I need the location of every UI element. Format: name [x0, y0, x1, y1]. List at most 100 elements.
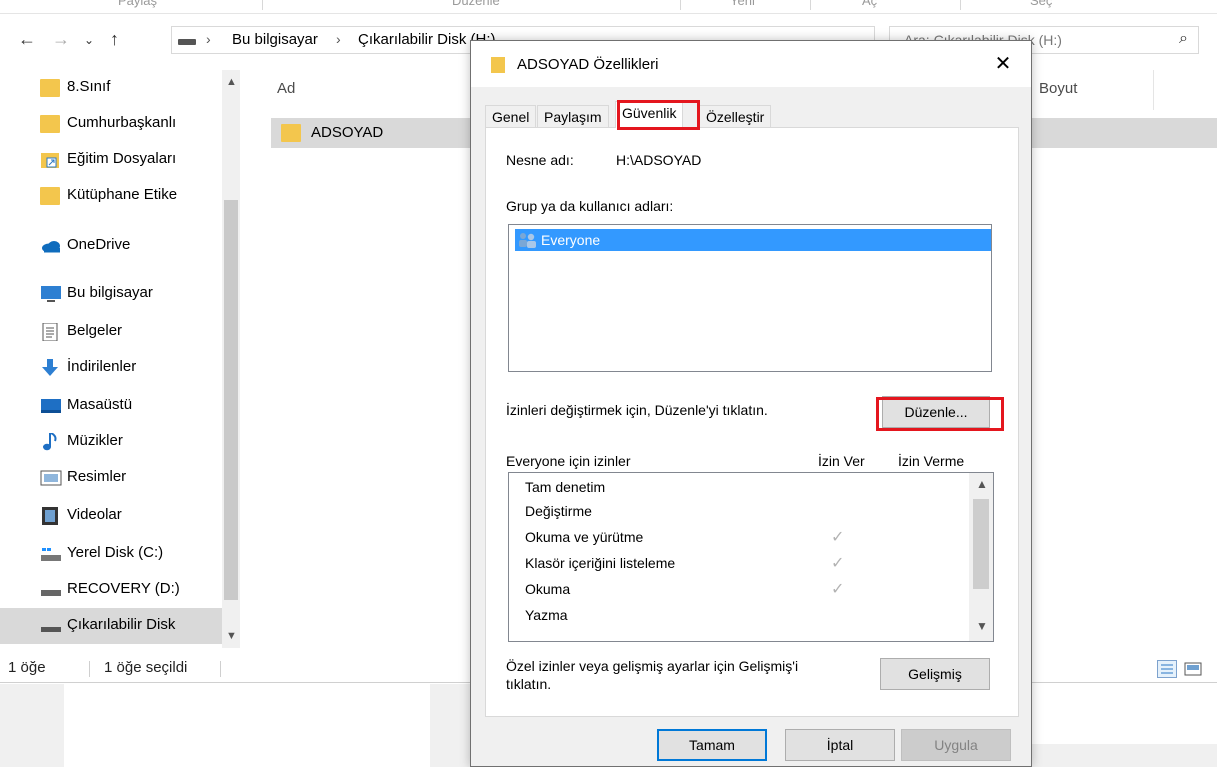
computer-icon — [40, 285, 61, 303]
apply-button[interactable]: Uygula — [901, 729, 1011, 761]
large-icons-view-icon[interactable] — [1183, 660, 1203, 678]
permission-name: Klasör içeriğini listeleme — [525, 555, 676, 571]
advanced-hint: Özel izinler veya gelişmiş ayarlar için … — [506, 658, 799, 674]
nav-item-label: Resimler — [67, 468, 127, 485]
column-header-size[interactable]: Boyut — [1039, 80, 1077, 97]
download-icon — [40, 359, 60, 377]
nav-item-label: Müzikler — [67, 432, 123, 449]
user-row-everyone[interactable]: Everyone — [515, 229, 991, 251]
tab-general[interactable]: Genel — [485, 105, 537, 127]
permission-name: Yazma — [525, 607, 568, 623]
permission-row: Okuma — [525, 581, 570, 605]
permission-row: Okuma ve yürütme — [525, 529, 643, 553]
dialog-titlebar[interactable]: ADSOYAD Özellikleri ✕ — [471, 41, 1031, 87]
breadcrumb-this-pc[interactable]: Bu bilgisayar — [232, 31, 318, 48]
advanced-hint-line2: tıklatın. — [506, 676, 552, 692]
nav-item-onedrive[interactable]: OneDrive — [0, 228, 222, 264]
nav-item-label: Kütüphane Etike — [67, 186, 178, 203]
cancel-button[interactable]: İptal — [785, 729, 895, 761]
document-icon — [40, 322, 60, 342]
tab-customize[interactable]: Özelleştir — [699, 105, 772, 127]
folder-icon — [281, 124, 301, 142]
object-name-label: Nesne adı: — [506, 152, 574, 168]
user-list[interactable]: Everyone — [508, 224, 992, 372]
nav-item-downloads[interactable]: İndirilenler — [0, 350, 222, 386]
nav-item-local-disk-c[interactable]: Yerel Disk (C:) — [0, 536, 222, 572]
nav-item-label: RECOVERY (D:) — [67, 580, 180, 597]
permission-name: Okuma ve yürütme — [525, 529, 644, 545]
permission-row: Değiştirme — [525, 503, 592, 527]
folder-icon — [40, 187, 60, 205]
status-divider — [220, 661, 221, 677]
video-icon — [40, 507, 60, 525]
allow-check-icon: ✓ — [831, 529, 845, 546]
nav-item-pictures[interactable]: Resimler — [0, 460, 222, 496]
scroll-down-icon[interactable]: ▼ — [976, 619, 988, 633]
forward-arrow-icon[interactable]: → — [52, 29, 70, 50]
ribbon-tab-open[interactable]: Aç — [862, 0, 877, 8]
nav-item-this-pc[interactable]: Bu bilgisayar — [0, 276, 222, 312]
scroll-up-icon[interactable]: ▲ — [226, 76, 237, 88]
scrollbar-thumb[interactable] — [224, 200, 238, 600]
nav-item-cumhurbaskanli[interactable]: Cumhurbaşkanlı — [0, 106, 222, 142]
breadcrumb-chevron-icon[interactable]: › — [336, 31, 341, 47]
permission-row: Tam denetim — [525, 479, 605, 503]
edit-button[interactable]: Düzenle... — [882, 396, 990, 428]
removable-drive-icon — [178, 39, 196, 45]
tab-sharing[interactable]: Paylaşım — [537, 105, 609, 127]
folder-icon — [40, 79, 60, 97]
advanced-button[interactable]: Gelişmiş — [880, 658, 990, 690]
ribbon-tab-select[interactable]: Seç — [1030, 0, 1052, 8]
ribbon-tabs: Paylaş Düzenle Yeni Aç Seç — [0, 0, 1217, 14]
permission-row: Klasör içeriğini listeleme — [525, 555, 675, 579]
column-divider[interactable] — [1153, 70, 1154, 110]
scroll-down-icon[interactable]: ▼ — [226, 630, 237, 642]
nav-item-egitim-dosyalari[interactable]: Eğitim Dosyaları — [0, 142, 222, 178]
permissions-header: Everyone için izinler — [506, 453, 631, 469]
nav-item-documents[interactable]: Belgeler — [0, 314, 222, 350]
ribbon-tab-new[interactable]: Yeni — [730, 0, 755, 8]
nav-item-8-sinif[interactable]: 8.Sınıf — [0, 70, 222, 106]
object-name-value: H:\ADSOYAD — [616, 152, 702, 168]
tab-security[interactable]: Güvenlik — [615, 101, 684, 128]
nav-item-recovery-d[interactable]: RECOVERY (D:) — [0, 572, 222, 608]
shortcut-folder-icon — [40, 151, 60, 169]
nav-item-label: Masaüstü — [67, 396, 133, 413]
nav-item-label: Eğitim Dosyaları — [67, 150, 177, 167]
up-arrow-icon[interactable]: ↑ — [110, 29, 119, 50]
nav-item-music[interactable]: Müzikler — [0, 424, 222, 460]
details-view-icon[interactable] — [1157, 660, 1177, 678]
dialog-body: Genel Paylaşım Güvenlik Özelleştir Nesne… — [471, 87, 1031, 766]
back-arrow-icon[interactable]: ← — [18, 29, 36, 50]
nav-item-kutuphane-etike[interactable]: Kütüphane Etike — [0, 178, 222, 214]
pictures-icon — [40, 469, 62, 487]
deny-column-header: İzin Verme — [898, 453, 965, 469]
scroll-up-icon[interactable]: ▲ — [976, 477, 988, 491]
permission-name: Değiştirme — [525, 503, 592, 519]
permission-name: Tam denetim — [525, 479, 606, 495]
allow-check-icon: ✓ — [831, 581, 845, 598]
nav-item-label: Yerel Disk (C:) — [67, 544, 164, 561]
allow-column-header: İzin Ver — [818, 453, 865, 469]
breadcrumb-chevron-icon[interactable]: › — [206, 31, 211, 47]
permissions-list[interactable]: Tam denetim Değiştirme Okuma ve yürütme … — [508, 472, 994, 642]
ribbon-divider — [680, 0, 681, 10]
nav-item-videos[interactable]: Videolar — [0, 498, 222, 534]
navigation-scrollbar[interactable]: ▲ ▼ — [222, 70, 240, 648]
ok-button[interactable]: Tamam — [657, 729, 767, 761]
search-icon[interactable]: ⌕ — [1179, 30, 1188, 48]
ribbon-tab-edit[interactable]: Düzenle — [452, 0, 500, 8]
permissions-scrollbar[interactable]: ▲ ▼ — [969, 473, 993, 641]
nav-item-label: İndirilenler — [67, 358, 137, 375]
nav-item-desktop[interactable]: Masaüstü — [0, 388, 222, 424]
column-header-name[interactable]: Ad — [277, 80, 295, 97]
nav-item-removable-disk[interactable]: Çıkarılabilir Disk — [0, 608, 222, 644]
recent-locations-chevron-icon[interactable]: ⌄ — [84, 33, 94, 47]
folder-icon — [491, 57, 505, 73]
properties-dialog: ADSOYAD Özellikleri ✕ Genel Paylaşım Güv… — [470, 40, 1032, 767]
ribbon-tab-share[interactable]: Paylaş — [118, 0, 157, 8]
ribbon-divider — [810, 0, 811, 10]
scrollbar-thumb[interactable] — [973, 499, 989, 589]
close-icon[interactable]: ✕ — [985, 49, 1021, 79]
permission-row: Yazma — [525, 607, 568, 631]
